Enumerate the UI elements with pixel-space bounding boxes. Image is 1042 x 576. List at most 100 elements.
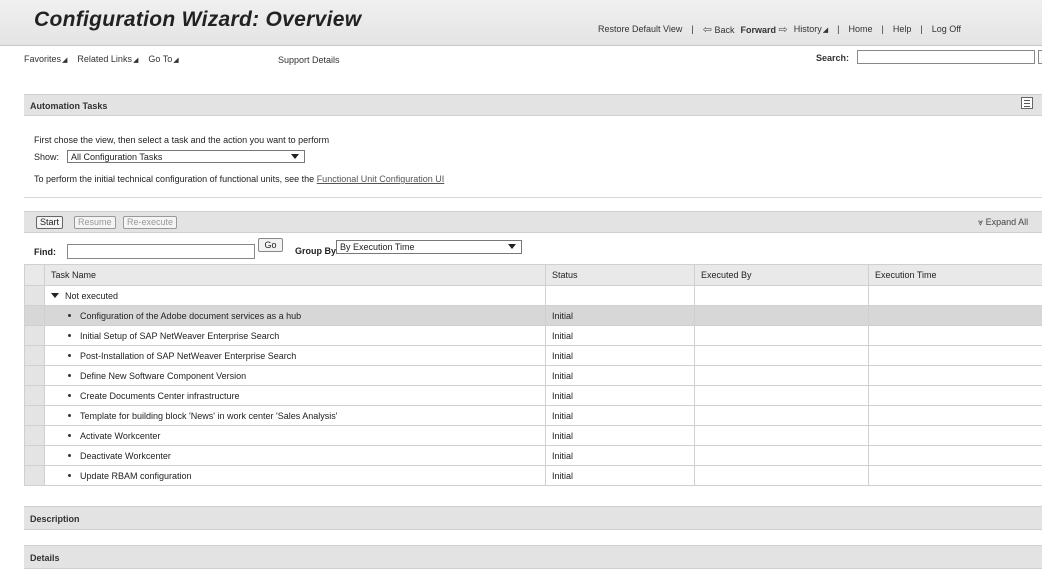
related-links-menu[interactable]: Related Links◢ (77, 54, 138, 68)
execution-time-cell (868, 465, 1042, 486)
row-selector[interactable] (24, 305, 45, 326)
bullet-icon (68, 433, 71, 437)
forward-button[interactable]: Forward ⇨ (740, 23, 787, 36)
group-by-label: Group By: (295, 246, 339, 256)
select-all-cell[interactable] (24, 264, 45, 286)
go-button[interactable]: Go (258, 238, 283, 252)
dropdown-arrow-icon: ◢ (62, 57, 68, 64)
status-cell: Initial (545, 365, 695, 386)
status-cell: Initial (545, 405, 695, 426)
row-selector[interactable] (24, 425, 45, 446)
column-header-task-name[interactable]: Task Name (44, 264, 546, 286)
back-button[interactable]: ⇦ Back (703, 23, 735, 36)
task-name-cell: Post-Installation of SAP NetWeaver Enter… (44, 345, 546, 366)
log-off-link[interactable]: Log Off (932, 24, 961, 34)
bullet-icon (68, 373, 71, 377)
re-execute-button[interactable]: Re-execute (123, 216, 178, 229)
row-selector[interactable] (24, 405, 45, 426)
task-name-cell: Template for building block 'News' in wo… (44, 405, 546, 426)
executed-by-cell (694, 325, 869, 346)
row-selector[interactable] (24, 285, 45, 306)
help-link[interactable]: Help (893, 24, 912, 34)
table-row[interactable]: Template for building block 'News' in wo… (24, 405, 1042, 426)
expand-all-button[interactable]: ⩔ Expand All (978, 217, 1028, 228)
table-row[interactable]: Initial Setup of SAP NetWeaver Enterpris… (24, 325, 1042, 346)
row-selector[interactable] (24, 365, 45, 386)
status-cell: Initial (545, 465, 695, 486)
execution-time-cell (868, 385, 1042, 406)
row-selector[interactable] (24, 445, 45, 466)
execution-time-cell (868, 445, 1042, 466)
chevron-down-icon (508, 244, 516, 249)
table-row[interactable]: Update RBAM configuration Initial (24, 465, 1042, 486)
find-input[interactable] (67, 244, 255, 259)
row-selector[interactable] (24, 345, 45, 366)
automation-tasks-header[interactable]: Automation Tasks (24, 94, 1042, 116)
column-header-status[interactable]: Status (545, 264, 695, 286)
group-by-value: By Execution Time (340, 242, 415, 252)
row-selector[interactable] (24, 465, 45, 486)
execution-time-cell (868, 425, 1042, 446)
execution-time-cell (868, 305, 1042, 326)
search-label: Search: (816, 53, 850, 63)
details-section-header[interactable]: Details (24, 545, 1042, 569)
executed-by-cell (694, 445, 869, 466)
collapse-triangle-icon[interactable] (51, 293, 59, 299)
executed-by-cell (694, 305, 869, 326)
page-title: Configuration Wizard: Overview (34, 8, 362, 31)
status-cell: Initial (545, 425, 695, 446)
show-label: Show: (34, 152, 60, 162)
home-link[interactable]: Home (848, 24, 872, 34)
table-row[interactable]: Configuration of the Adobe document serv… (24, 305, 1042, 326)
table-row[interactable]: Post-Installation of SAP NetWeaver Enter… (24, 345, 1042, 366)
list-icon[interactable] (1021, 97, 1033, 109)
history-menu[interactable]: History◢ (794, 24, 828, 34)
execution-time-cell (868, 285, 1042, 306)
column-header-execution-time[interactable]: Execution Time (868, 264, 1042, 286)
status-cell: Initial (545, 445, 695, 466)
table-row[interactable]: Activate Workcenter Initial (24, 425, 1042, 446)
start-button[interactable]: Start (36, 216, 64, 229)
executed-by-cell (694, 385, 869, 406)
nav-separator: | (920, 24, 923, 34)
task-name-cell: Activate Workcenter (44, 425, 546, 446)
support-details-link[interactable]: Support Details (278, 55, 340, 65)
task-name-cell: Update RBAM configuration (44, 465, 546, 486)
table-row[interactable]: Deactivate Workcenter Initial (24, 445, 1042, 466)
description-section-header[interactable]: Description (24, 506, 1042, 530)
column-header-executed-by[interactable]: Executed By (694, 264, 869, 286)
favorites-menu[interactable]: Favorites◢ (24, 54, 67, 68)
show-select-value: All Configuration Tasks (71, 152, 163, 162)
executed-by-cell (694, 285, 869, 306)
task-name-cell: Initial Setup of SAP NetWeaver Enterpris… (44, 325, 546, 346)
functional-unit-configuration-link[interactable]: Functional Unit Configuration UI (317, 174, 445, 184)
executed-by-cell (694, 425, 869, 446)
row-selector[interactable] (24, 325, 45, 346)
task-name-cell: Deactivate Workcenter (44, 445, 546, 466)
search-input[interactable] (857, 50, 1035, 64)
group-row[interactable]: Not executed (24, 285, 1042, 306)
row-selector[interactable] (24, 385, 45, 406)
search-button[interactable] (1038, 50, 1042, 64)
functional-unit-text: To perform the initial technical configu… (34, 174, 315, 184)
execution-time-cell (868, 365, 1042, 386)
bullet-icon (68, 473, 71, 477)
table-row[interactable]: Create Documents Center infrastructure I… (24, 385, 1042, 406)
resume-button[interactable]: Resume (74, 216, 116, 229)
go-to-menu[interactable]: Go To◢ (148, 54, 178, 68)
menu-bar: Favorites◢ Related Links◢ Go To◢ (24, 54, 179, 68)
group-by-select[interactable]: By Execution Time (336, 240, 522, 254)
status-cell: Initial (545, 325, 695, 346)
executed-by-cell (694, 465, 869, 486)
nav-separator: | (837, 24, 840, 34)
executed-by-cell (694, 405, 869, 426)
restore-default-view-link[interactable]: Restore Default View (598, 24, 682, 34)
group-cell[interactable]: Not executed (44, 285, 546, 306)
table-row[interactable]: Define New Software Component Version In… (24, 365, 1042, 386)
functional-unit-line: To perform the initial technical configu… (34, 174, 444, 184)
forward-arrow-icon: ⇨ (778, 23, 788, 36)
dropdown-arrow-icon: ◢ (173, 57, 179, 64)
find-label: Find: (34, 247, 56, 257)
execution-time-cell (868, 325, 1042, 346)
show-select[interactable]: All Configuration Tasks (67, 150, 305, 163)
